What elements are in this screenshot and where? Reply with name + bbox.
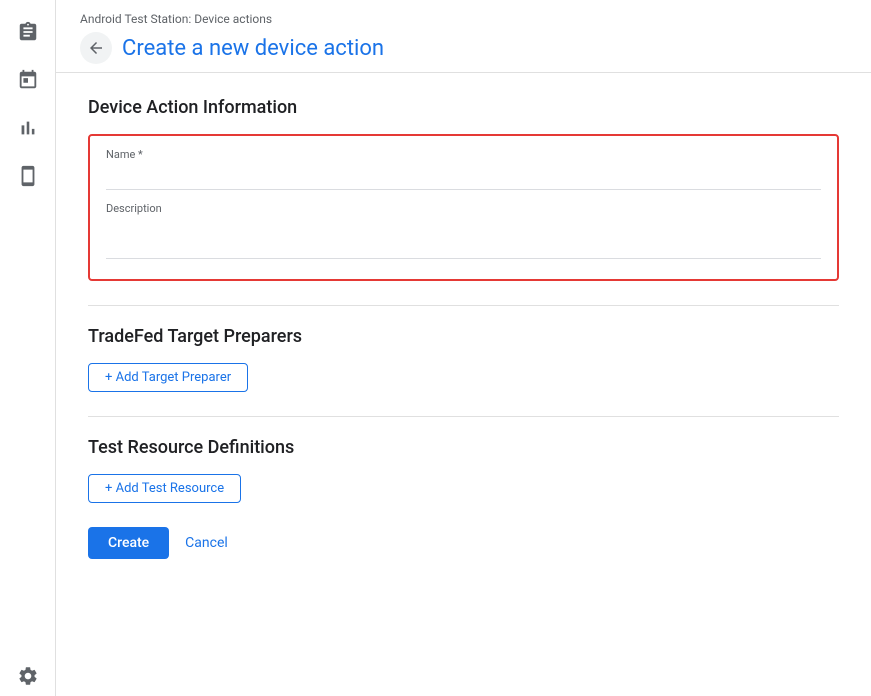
divider-1 bbox=[88, 305, 839, 306]
add-target-preparer-button[interactable]: + Add Target Preparer bbox=[88, 363, 248, 392]
page-title: Create a new device action bbox=[122, 36, 384, 61]
device-action-section-title: Device Action Information bbox=[88, 97, 839, 118]
name-label: Name * bbox=[106, 148, 821, 161]
tradefed-section-title: TradeFed Target Preparers bbox=[88, 326, 839, 347]
test-resources-section-title: Test Resource Definitions bbox=[88, 437, 839, 458]
main-content: Android Test Station: Device actions Cre… bbox=[56, 0, 871, 696]
breadcrumb: Android Test Station: Device actions bbox=[80, 12, 847, 26]
description-field: Description bbox=[106, 202, 821, 263]
device-action-form-box: Name * Description bbox=[88, 134, 839, 281]
cancel-button[interactable]: Cancel bbox=[185, 535, 228, 551]
page-header: Create a new device action bbox=[80, 32, 847, 64]
tradefed-section: TradeFed Target Preparers + Add Target P… bbox=[88, 326, 839, 392]
sidebar-item-clipboard[interactable] bbox=[8, 12, 48, 52]
name-input[interactable] bbox=[106, 165, 821, 190]
add-test-resource-button[interactable]: + Add Test Resource bbox=[88, 474, 241, 503]
device-action-info-section: Device Action Information Name * Descrip… bbox=[88, 97, 839, 281]
sidebar-item-calendar[interactable] bbox=[8, 60, 48, 100]
create-button[interactable]: Create bbox=[88, 527, 169, 559]
sidebar-item-devices[interactable] bbox=[8, 156, 48, 196]
sidebar-item-analytics[interactable] bbox=[8, 108, 48, 148]
back-button[interactable] bbox=[80, 32, 112, 64]
sidebar bbox=[0, 0, 56, 696]
description-input[interactable] bbox=[106, 219, 821, 259]
divider-2 bbox=[88, 416, 839, 417]
top-bar: Android Test Station: Device actions Cre… bbox=[56, 0, 871, 73]
action-buttons: Create Cancel bbox=[88, 527, 839, 559]
name-field: Name * bbox=[106, 148, 821, 190]
sidebar-item-settings[interactable] bbox=[8, 656, 48, 696]
form-content: Device Action Information Name * Descrip… bbox=[56, 73, 871, 583]
description-label: Description bbox=[106, 202, 821, 215]
test-resources-section: Test Resource Definitions + Add Test Res… bbox=[88, 437, 839, 503]
